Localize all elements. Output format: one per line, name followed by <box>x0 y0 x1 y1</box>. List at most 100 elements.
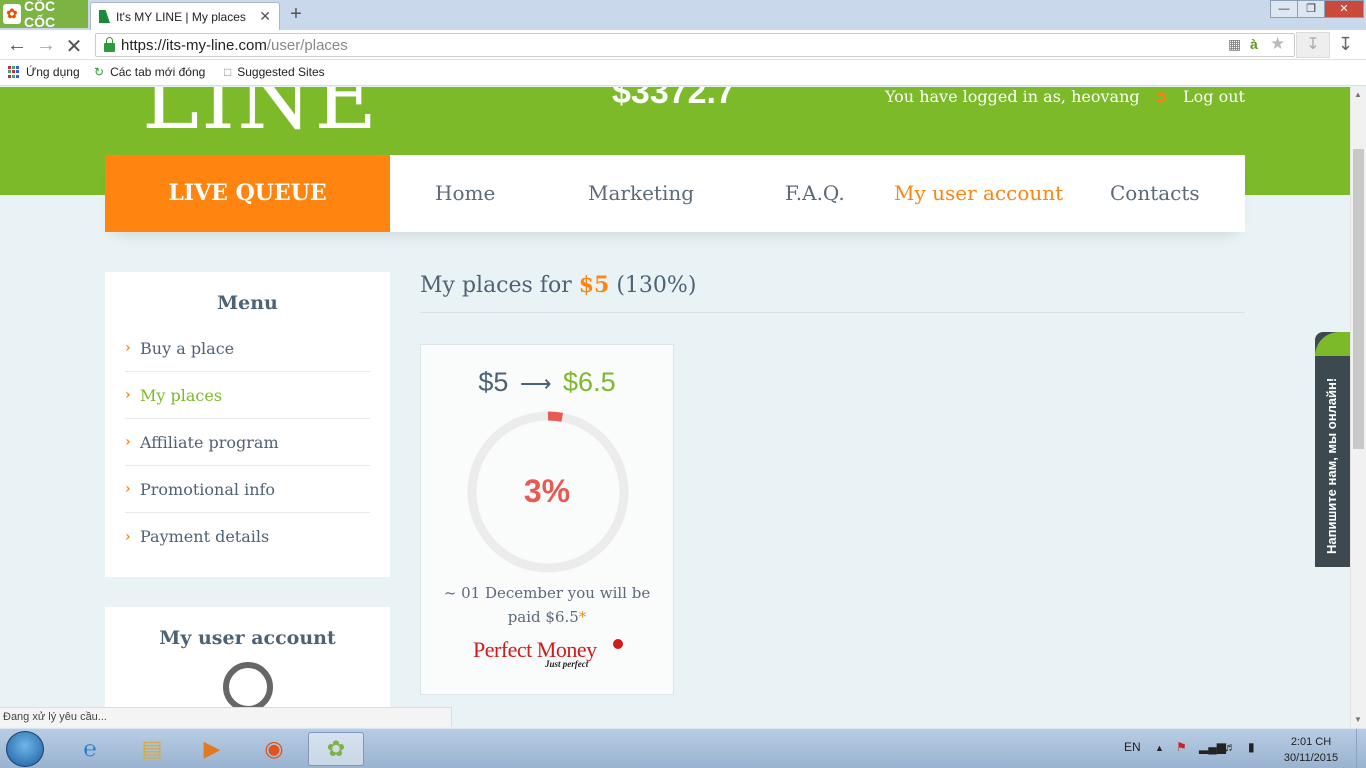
title-suffix: (130%) <box>616 273 697 298</box>
coccoc-taskbar-icon[interactable]: ✿ <box>308 732 364 766</box>
logout-link[interactable]: Log out <box>1183 87 1245 106</box>
volume-icon[interactable]: ♬ <box>1224 740 1236 754</box>
savior-download-button[interactable]: ↧ <box>1296 32 1330 58</box>
web-page: LINE $3372.7 You have logged in as, heov… <box>0 87 1350 707</box>
menu-item-label: My places <box>140 385 223 405</box>
chat-widget[interactable]: Напишите нам, мы онлайн! <box>1315 332 1350 567</box>
clock-time: 2:01 CH <box>1290 736 1332 748</box>
chevron-right-icon: › <box>125 340 131 356</box>
forward-button[interactable]: → <box>35 34 57 57</box>
chat-widget-text: Напишите нам, мы онлайн! <box>1324 377 1339 554</box>
browser-tab-active[interactable]: It's MY LINE | My places ✕ <box>90 2 280 30</box>
menu-item-payment-details[interactable]: › Payment details <box>125 513 370 560</box>
address-bar[interactable]: https://its-my-line.com/user/places <box>95 33 1295 57</box>
nav-home[interactable]: Home <box>435 181 495 205</box>
logout-arrow-icon[interactable]: ➲ <box>1154 87 1167 107</box>
restore-button[interactable]: ❐ <box>1297 0 1325 18</box>
browser-status-bar: Đang xử lý yêu cầu... <box>0 707 452 727</box>
tab-title: It's MY LINE | My places <box>116 9 246 24</box>
progress-percent: 3% <box>523 473 571 509</box>
scrollbar-thumb[interactable] <box>1353 149 1364 449</box>
live-queue-button[interactable]: LIVE QUEUE <box>105 155 390 232</box>
chevron-right-icon: › <box>125 434 131 450</box>
menu-item-my-places[interactable]: › My places <box>125 372 370 419</box>
stop-loading-button[interactable]: ✕ <box>63 34 85 59</box>
side-menu: Menu › Buy a place › My places › Affilia… <box>105 272 390 577</box>
network-icon[interactable]: ▂▄▆ <box>1199 740 1226 754</box>
power-icon[interactable]: ▮ <box>1248 740 1255 754</box>
page-scrollbar[interactable]: ▲ ▼ <box>1350 87 1366 727</box>
bookmark-label: Suggested Sites <box>237 65 325 79</box>
windows-taskbar: ℮ ▤ ▶ ◉ ✿ EN ▲ ⚑ ▂▄▆ ♬ ▮ 2:01 CH 30/11/2… <box>0 728 1366 768</box>
title-amount: $5 <box>578 272 610 298</box>
chevron-right-icon: › <box>125 387 131 403</box>
url-path: /user/places <box>266 36 348 54</box>
coccoc-logo[interactable]: ✿ CỐC CỐC <box>0 0 88 30</box>
vietnamese-input-icon[interactable]: à <box>1250 36 1258 52</box>
back-button[interactable]: ← <box>6 34 28 57</box>
bookmark-label: Ứng dụng <box>26 65 80 79</box>
firefox-icon[interactable]: ◉ <box>246 732 302 766</box>
account-box-title: My user account <box>159 627 336 649</box>
downloads-icon[interactable]: ↧ <box>1338 34 1353 55</box>
bookmark-apps[interactable]: Ứng dụng <box>8 65 80 79</box>
url-host: https://its-my-line.com <box>121 36 267 54</box>
menu-item-buy-a-place[interactable]: › Buy a place <box>125 325 370 372</box>
menu-item-label: Affiliate program <box>140 432 279 452</box>
payout-asterisk: * <box>578 608 587 626</box>
nav-my-user-account[interactable]: My user account <box>894 181 1063 205</box>
menu-item-affiliate-program[interactable]: › Affiliate program <box>125 419 370 466</box>
nav-faq[interactable]: F.A.Q. <box>785 181 845 205</box>
menu-item-promotional-info[interactable]: › Promotional info <box>125 466 370 513</box>
menu-item-label: Payment details <box>140 527 270 546</box>
file-explorer-icon[interactable]: ▤ <box>124 732 180 766</box>
coccoc-logo-text: CỐC CỐC <box>24 0 56 30</box>
tray-expand-icon[interactable]: ▲ <box>1155 743 1164 753</box>
scroll-down-icon[interactable]: ▼ <box>1354 715 1362 724</box>
nav-marketing[interactable]: Marketing <box>588 181 694 205</box>
menu-title: Menu <box>217 292 278 314</box>
main-nav: LIVE QUEUE Home Marketing F.A.Q. My user… <box>105 155 1245 232</box>
language-indicator[interactable]: EN <box>1124 740 1141 754</box>
clock-date: 30/11/2015 <box>1283 752 1339 764</box>
page-title: My places for $5 (130%) <box>420 272 696 298</box>
scroll-up-icon[interactable]: ▲ <box>1354 90 1362 99</box>
window-close-button[interactable]: ✕ <box>1324 0 1364 18</box>
logged-in-text: You have logged in as, heovang <box>885 87 1140 106</box>
translate-icon[interactable]: ▦ <box>1228 36 1241 53</box>
favicon-icon <box>99 10 110 23</box>
tab-close-icon[interactable]: ✕ <box>259 8 271 25</box>
place-to-amount: $6.5 <box>563 367 616 397</box>
bookmark-recent-tabs[interactable]: ↻ Các tab mới đóng <box>94 65 205 79</box>
arrow-right-icon: ⟶ <box>519 371 552 396</box>
chevron-right-icon: › <box>125 528 131 545</box>
site-logo[interactable]: LINE <box>142 87 379 149</box>
media-player-icon[interactable]: ▶ <box>184 732 240 766</box>
payout-text-body: ~ 01 December you will be paid $6.5 <box>443 584 651 626</box>
internet-explorer-icon[interactable]: ℮ <box>62 732 118 766</box>
place-amounts: $5 ⟶ $6.5 <box>421 367 673 398</box>
bookmark-label: Các tab mới đóng <box>110 65 206 79</box>
recent-tabs-icon: ↻ <box>94 65 105 79</box>
perfect-money-logo: Perfect Money Just perfect <box>473 637 623 673</box>
bookmark-suggested-sites[interactable]: □ Suggested Sites <box>224 65 325 79</box>
new-tab-button[interactable]: + <box>286 3 306 26</box>
action-center-icon[interactable]: ⚑ <box>1176 740 1187 754</box>
start-button[interactable] <box>6 731 44 767</box>
coccoc-mark-icon: ✿ <box>3 4 21 24</box>
browser-toolbar: ← → ✕ https://its-my-line.com/user/place… <box>0 30 1366 60</box>
place-card: $5 ⟶ $6.5 3% ~ 01 December you will be p… <box>420 344 674 695</box>
account-box: My user account <box>105 607 390 707</box>
bookmarks-bar: Ứng dụng ↻ Các tab mới đóng □ Suggested … <box>0 60 1366 86</box>
minimize-button[interactable]: — <box>1270 0 1298 18</box>
nav-contacts[interactable]: Contacts <box>1110 181 1200 205</box>
system-clock[interactable]: 2:01 CH 30/11/2015 <box>1276 734 1346 766</box>
bookmark-star-icon[interactable]: ★ <box>1270 34 1285 54</box>
show-desktop-button[interactable] <box>1356 729 1366 768</box>
pm-tagline: Just perfect <box>545 659 589 669</box>
apps-grid-icon <box>8 66 20 78</box>
user-avatar-icon[interactable] <box>223 662 273 707</box>
menu-item-label: Promotional info <box>140 479 276 499</box>
chevron-right-icon: › <box>125 481 131 497</box>
title-divider <box>420 312 1245 313</box>
